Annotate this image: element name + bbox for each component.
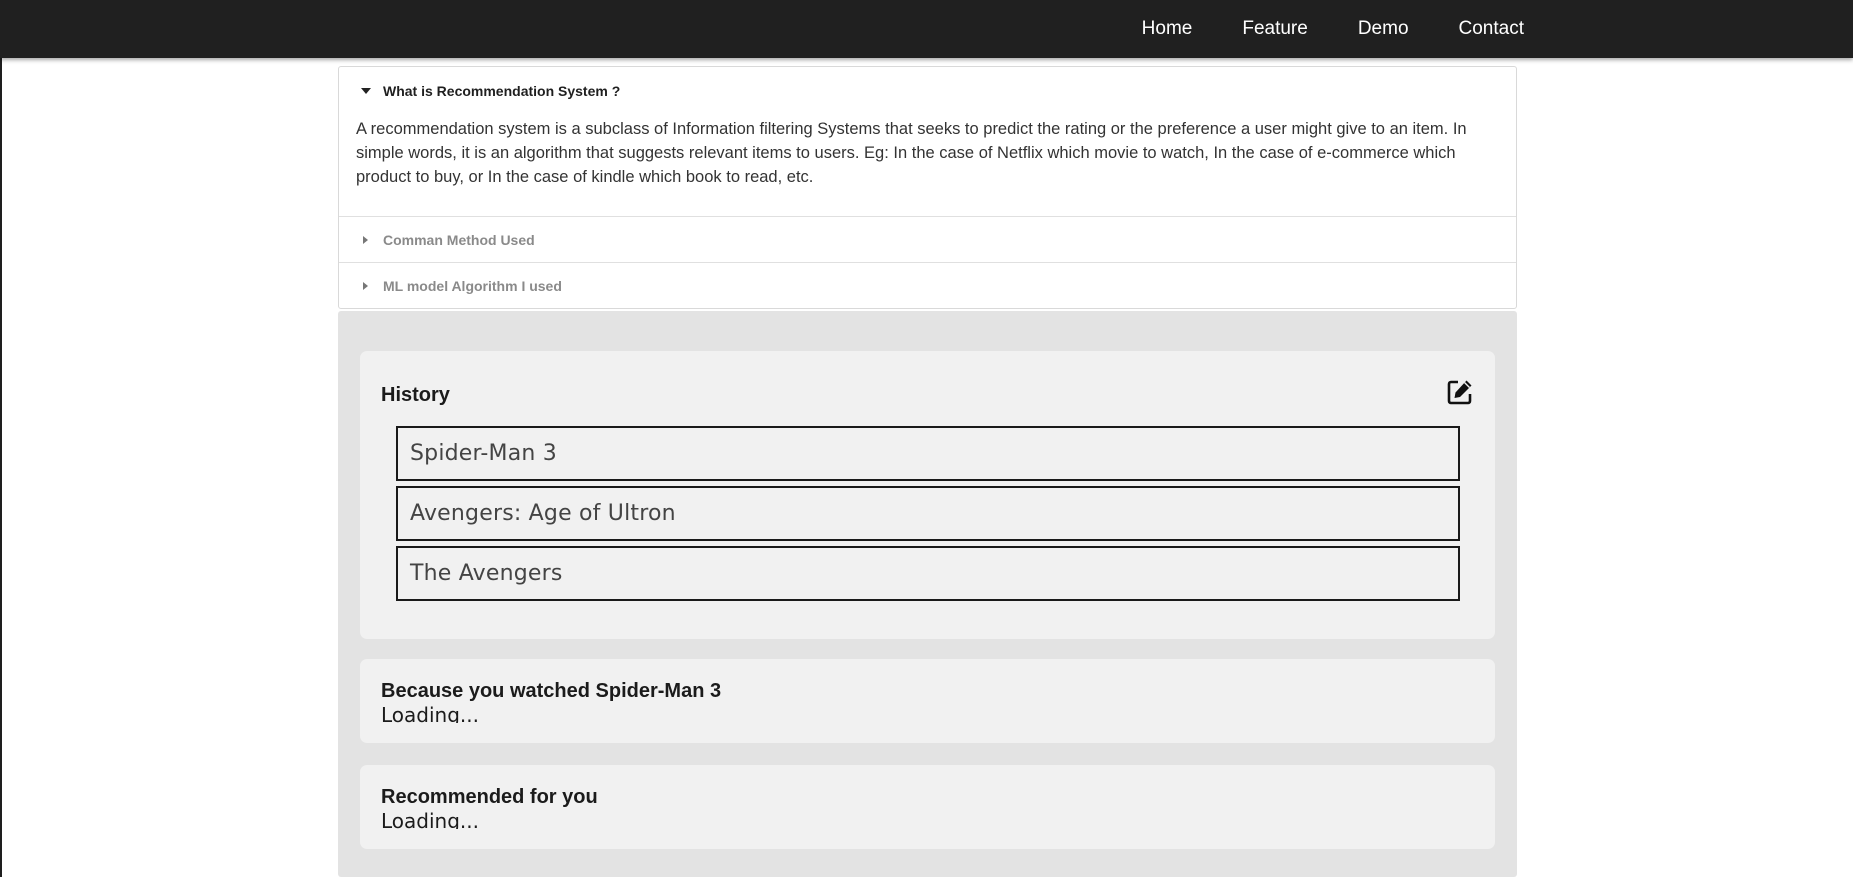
top-navbar: Home Feature Demo Contact	[0, 0, 1853, 58]
accordion-item-recommendation-system: What is Recommendation System ? A recomm…	[339, 67, 1516, 217]
recommended-for-you-title: Recommended for you	[381, 786, 598, 808]
window-edge	[0, 0, 2, 877]
history-list: Spider-Man 3 Avengers: Age of Ultron The…	[396, 426, 1460, 606]
history-item[interactable]: Spider-Man 3	[396, 426, 1460, 481]
caret-down-icon	[361, 88, 371, 94]
accordion-title: What is Recommendation System ?	[383, 83, 621, 99]
accordion-title: ML model Algorithm I used	[383, 277, 562, 294]
accordion-item-ml-model: ML model Algorithm I used	[339, 263, 1516, 308]
nav-demo-link[interactable]: Demo	[1333, 0, 1434, 58]
nav-contact-link[interactable]: Contact	[1434, 0, 1524, 58]
because-you-watched-title: Because you watched Spider-Man 3	[381, 680, 722, 702]
accordion-header-common-method[interactable]: Comman Method Used	[339, 217, 1516, 262]
history-title: History	[381, 384, 450, 406]
nav-links: Home Feature Demo Contact	[1117, 0, 1524, 58]
history-item[interactable]: Avengers: Age of Ultron	[396, 486, 1460, 541]
edit-icon[interactable]	[1445, 377, 1475, 407]
accordion-header-recommendation-system[interactable]: What is Recommendation System ?	[339, 67, 1516, 115]
because-you-watched-card: Because you watched Spider-Man 3 Loading…	[360, 659, 1495, 743]
accordion-body: A recommendation system is a subclass of…	[356, 120, 1467, 186]
accordion-title: Comman Method Used	[383, 231, 535, 248]
demo-panel: History Spider-Man 3 Avengers: Age of Ul…	[338, 311, 1517, 877]
history-item[interactable]: The Avengers	[396, 546, 1460, 601]
info-accordion: What is Recommendation System ? A recomm…	[338, 66, 1517, 309]
caret-right-icon	[363, 281, 368, 290]
nav-home-link[interactable]: Home	[1117, 0, 1218, 58]
loading-status: Loading...	[381, 703, 479, 723]
nav-feature-link[interactable]: Feature	[1217, 0, 1332, 58]
accordion-header-ml-model[interactable]: ML model Algorithm I used	[339, 263, 1516, 308]
caret-right-icon	[363, 235, 368, 244]
accordion-item-common-method: Comman Method Used	[339, 217, 1516, 263]
loading-status: Loading...	[381, 809, 479, 829]
history-card: History Spider-Man 3 Avengers: Age of Ul…	[360, 351, 1495, 639]
recommended-for-you-card: Recommended for you Loading...	[360, 765, 1495, 849]
